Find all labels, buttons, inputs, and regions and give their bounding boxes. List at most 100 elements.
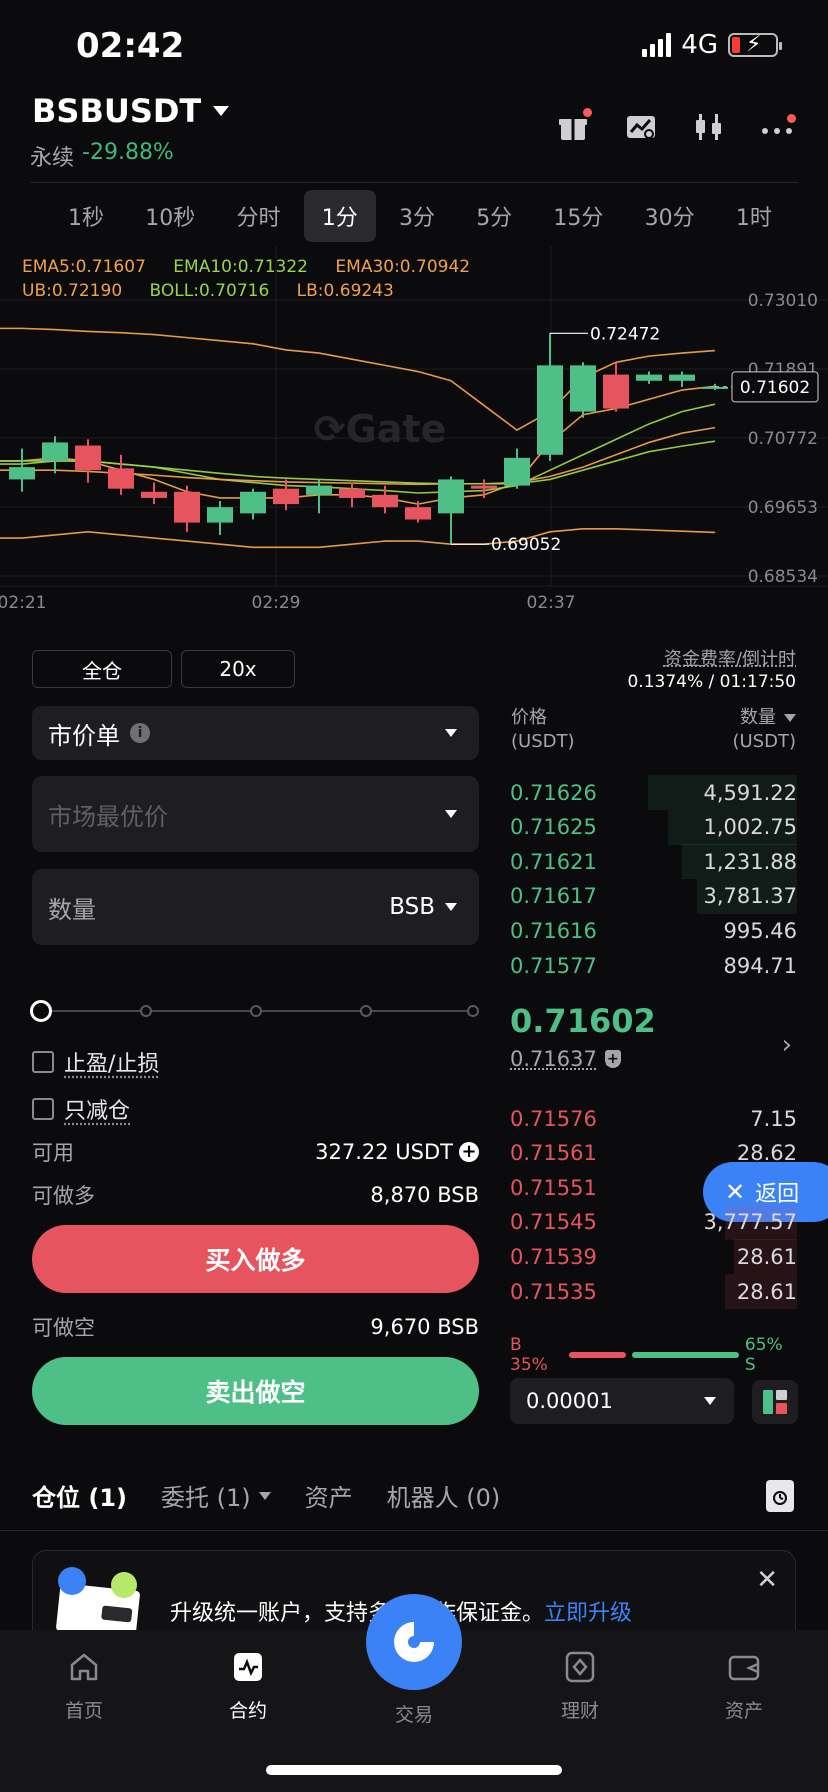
info-icon[interactable]: i — [130, 723, 150, 743]
chevron-down-icon — [704, 1397, 716, 1405]
orderbook-row[interactable]: 0.71577 894.71 — [510, 948, 797, 983]
slider-step[interactable] — [250, 1005, 262, 1017]
price-step-select[interactable]: 0.00001 — [510, 1378, 734, 1424]
nav-contract[interactable]: 合约 — [188, 1650, 308, 1723]
sell-short-button[interactable]: 卖出做空 — [32, 1357, 479, 1425]
quantity-field[interactable]: 数量 BSB — [32, 869, 479, 945]
reduce-only-checkbox[interactable] — [32, 1098, 54, 1120]
slider-step[interactable] — [467, 1005, 479, 1017]
orderbook-qty: 1,002.75 — [703, 815, 797, 840]
last-price[interactable]: 0.71602 — [510, 1002, 656, 1040]
tab-orders[interactable]: 委托 (1) — [161, 1478, 271, 1513]
candlestick-chart[interactable]: 0.73010 0.71891 0.70772 0.69653 0.68534 02:21… — [0, 246, 828, 616]
gift-icon[interactable] — [556, 108, 592, 144]
orderbook-price: 0.71561 — [510, 1141, 597, 1166]
nav-contract-label: 合约 — [228, 1700, 267, 1722]
mark-price: 0.71637 — [510, 1047, 597, 1071]
orderbook-price: 0.71621 — [510, 849, 597, 874]
orderbook-row[interactable]: 0.71616 995.46 — [510, 913, 797, 948]
candle-body — [108, 468, 134, 489]
orderbook-price: 0.71626 — [510, 780, 597, 805]
tab-interval-active[interactable]: 1分 — [303, 190, 376, 242]
orderbook-price: 0.71625 — [510, 815, 597, 840]
orderbook-price: 0.71535 — [510, 1279, 597, 1304]
orderbook-row[interactable]: 0.71576 7.15 — [510, 1101, 797, 1136]
tab-interval[interactable]: 1时 — [718, 190, 790, 242]
contract-icon — [234, 1653, 262, 1681]
more-icon[interactable] — [760, 110, 796, 144]
margin-mode-button[interactable]: 全仓 — [32, 650, 172, 688]
orderbook-row[interactable]: 0.71625 1,002.75 — [510, 809, 797, 845]
orderbook-row[interactable]: 0.71626 4,591.22 — [510, 775, 797, 810]
chevron-down-icon — [445, 903, 457, 911]
tab-interval[interactable]: 10秒 — [127, 190, 213, 242]
pair-subline: 永续 -29.88% — [30, 140, 174, 172]
nav-home[interactable]: 首页 — [24, 1650, 144, 1723]
trade-fab-button[interactable] — [366, 1594, 462, 1690]
orderbook-layout-icon[interactable] — [752, 1380, 798, 1424]
nav-assets-label: 资产 — [724, 1700, 763, 1722]
price-step-value: 0.00001 — [526, 1389, 613, 1413]
tab-assets[interactable]: 资产 — [305, 1478, 353, 1513]
chart-svg[interactable]: 0.730100.718910.707720.696530.6853402:21… — [0, 246, 828, 616]
mark-price-row[interactable]: 0.71637 + — [510, 1047, 621, 1071]
orderbook-qty-header[interactable]: 数量 (USDT) — [732, 706, 796, 754]
leverage-button[interactable]: 20x — [181, 650, 295, 688]
funding-label[interactable]: 资金费率/倒计时 — [664, 645, 796, 671]
history-doc-icon[interactable] — [766, 1480, 794, 1512]
orderbook-row[interactable]: 0.71617 3,781.37 — [510, 878, 797, 914]
tab-interval[interactable]: 1秒 — [50, 190, 122, 242]
upgrade-link[interactable]: 立即升级 — [544, 1601, 632, 1626]
add-funds-icon[interactable]: + — [459, 1142, 479, 1162]
chevron-down-icon — [784, 714, 796, 722]
chart-swap-icon[interactable] — [624, 110, 658, 144]
tab-interval[interactable]: 分时 — [218, 190, 298, 242]
tab-interval[interactable]: 3分 — [381, 190, 453, 242]
available-value: 327.22 USDT — [315, 1140, 453, 1164]
candle-body — [75, 445, 101, 471]
nav-finance[interactable]: 理财 — [520, 1650, 640, 1723]
candle-body — [471, 485, 497, 489]
orderbook-price: 0.71576 — [510, 1106, 597, 1131]
quantity-unit-select[interactable]: BSB — [389, 894, 457, 920]
reduce-only-checkbox-row[interactable]: 只减仓 — [32, 1093, 130, 1125]
close-icon: ✕ — [725, 1178, 746, 1206]
tab-interval[interactable]: 15分 — [535, 190, 621, 242]
slider-step[interactable] — [360, 1005, 372, 1017]
tab-interval[interactable]: 30分 — [627, 190, 713, 242]
boll-indicators: UB:0.72190 BOLL:0.70716 LB:0.69243 — [22, 281, 394, 301]
tab-interval[interactable]: 5分 — [458, 190, 530, 242]
tab-orders-label: 委托 (1) — [161, 1484, 251, 1512]
ema10-label: EMA10:0.71322 — [173, 257, 308, 277]
tp-sl-checkbox[interactable] — [32, 1051, 54, 1073]
orderbook-row[interactable]: 0.71539 28.61 — [510, 1239, 797, 1275]
slider-step[interactable] — [140, 1005, 152, 1017]
buy-long-button[interactable]: 买入做多 — [32, 1225, 479, 1293]
orderbook-qty: 894.71 — [723, 953, 797, 978]
orderbook-row[interactable]: 0.71535 28.61 — [510, 1274, 797, 1309]
tp-sl-checkbox-row[interactable]: 止盈/止损 — [32, 1046, 159, 1078]
signal-icon — [642, 33, 672, 57]
tab-positions[interactable]: 仓位 (1) — [32, 1478, 127, 1513]
candle-body — [141, 491, 167, 498]
x-tick-label: 02:37 — [527, 593, 576, 613]
slider-thumb[interactable] — [30, 1000, 52, 1022]
close-icon[interactable]: ✕ — [756, 1565, 778, 1595]
back-label: 返回 — [755, 1182, 800, 1207]
chevron-right-icon[interactable]: › — [782, 1030, 792, 1060]
orderbook-row[interactable]: 0.71545 3,777.57 — [510, 1204, 797, 1240]
orderbook-price: 0.71551 — [510, 1175, 597, 1200]
orderbook-price: 0.71617 — [510, 884, 597, 909]
price-field[interactable]: 市场最优价 — [32, 776, 479, 852]
nav-trade-label[interactable]: 交易 — [366, 1700, 462, 1727]
nav-assets[interactable]: 资产 — [684, 1650, 804, 1723]
boll-label: BOLL:0.70716 — [149, 281, 270, 301]
tab-bots[interactable]: 机器人 (0) — [387, 1478, 501, 1513]
orderbook-row[interactable]: 0.71621 1,231.88 — [510, 844, 797, 880]
ema30-label: EMA30:0.70942 — [335, 257, 471, 277]
candlestick-icon[interactable] — [692, 110, 726, 144]
orderbook-price-header: 价格 (USDT) — [511, 706, 575, 754]
order-type-select[interactable]: 市价单 i — [32, 706, 479, 760]
pair-selector[interactable]: BSBUSDT — [32, 92, 230, 130]
long-available-row: 可做多 8,870 BSB — [32, 1180, 479, 1210]
